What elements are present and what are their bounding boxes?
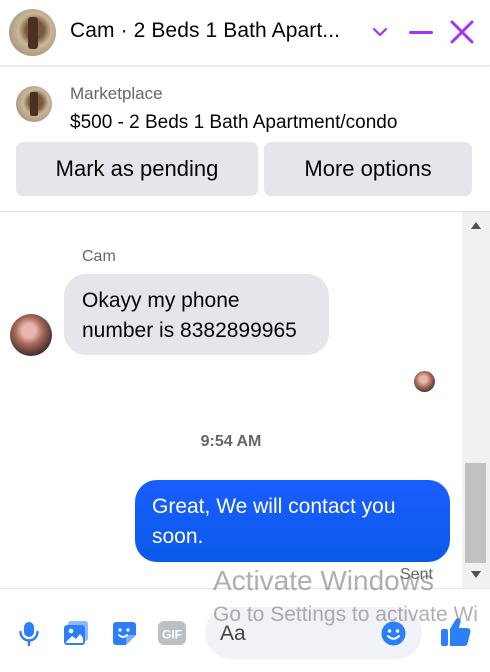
marketplace-label: Marketplace [70,84,163,103]
message-timestamp: 9:54 AM [200,433,262,450]
seen-indicator-avatar [414,371,435,392]
minimize-icon[interactable] [407,20,435,44]
sticker-icon[interactable] [109,618,139,648]
more-options-button[interactable]: More options [264,142,472,196]
sender-name: Cam [82,248,116,265]
chevron-down-icon[interactable] [370,20,390,44]
sender-avatar[interactable] [10,314,52,356]
photo-icon[interactable] [61,618,91,648]
gif-label: GIF [162,628,182,642]
mark-as-pending-button[interactable]: Mark as pending [16,142,258,196]
microphone-icon[interactable] [14,618,44,648]
conversation-title[interactable]: Cam · 2 Beds 1 Bath Apart... [70,19,356,43]
message-list[interactable]: Cam Okayy my phone number is 8382899965 … [0,212,462,588]
activation-watermark-subtitle: Go to Settings to activate Wi [213,603,478,626]
scrollbar-thumb[interactable] [465,463,486,563]
chat-header: Cam · 2 Beds 1 Bath Apart... [0,0,490,66]
scroll-up-arrow-icon[interactable] [471,222,481,229]
listing-thumbnail[interactable] [16,86,52,122]
activation-watermark-title: Activate Windows [213,565,434,596]
outgoing-message-bubble[interactable]: Great, We will contact you soon. [135,480,450,562]
contact-avatar[interactable] [9,9,56,56]
incoming-message-bubble[interactable]: Okayy my phone number is 8382899965 [64,274,329,355]
close-icon[interactable] [448,18,476,46]
gif-icon[interactable]: GIF [157,618,187,648]
listing-title[interactable]: $500 - 2 Beds 1 Bath Apartment/condo [70,112,397,134]
scroll-down-arrow-icon[interactable] [471,571,481,578]
